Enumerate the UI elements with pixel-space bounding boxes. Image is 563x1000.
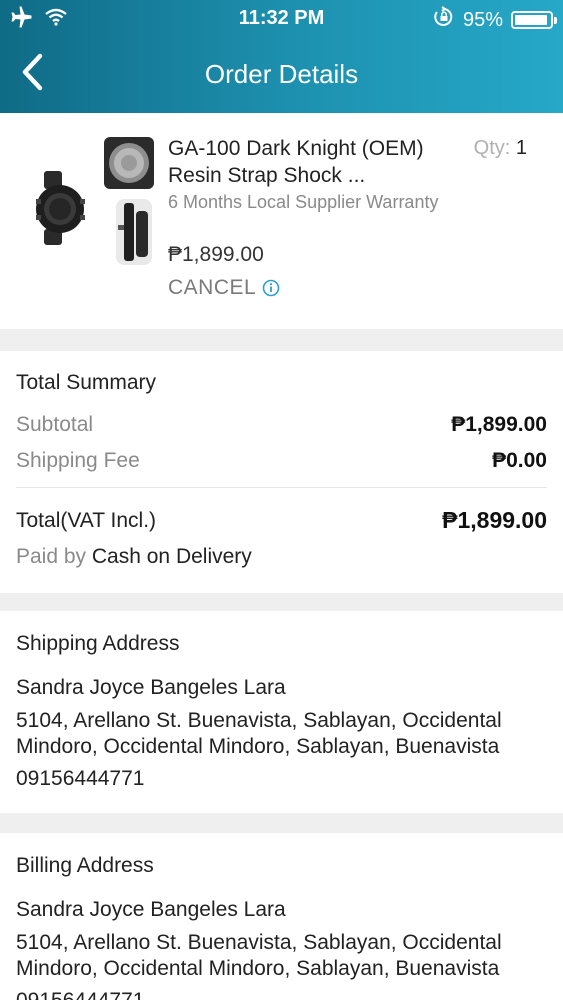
shipping-name: Sandra Joyce Bangeles Lara <box>16 676 286 699</box>
section-divider <box>0 593 563 611</box>
product-price: ₱1,899.00 <box>168 243 264 266</box>
section-divider <box>0 329 563 351</box>
shipping-phone: 09156444771 <box>16 767 145 790</box>
app-header: 11:32 PM 95% Order Details <box>0 0 563 113</box>
battery-percent: 95% <box>462 8 503 31</box>
rotation-lock-icon <box>433 6 455 34</box>
qty-label: Qty: <box>473 137 511 159</box>
quantity: Qty: 1 <box>474 137 527 160</box>
warranty-text: 6 Months Local Supplier Warranty <box>168 192 439 212</box>
status-bar: 11:32 PM 95% <box>0 0 563 36</box>
section-divider <box>0 813 563 833</box>
payment-method: Paid by Cash on Delivery <box>16 545 252 569</box>
paid-by-value: Cash on Delivery <box>91 545 252 568</box>
summary-title: Total Summary <box>16 371 157 394</box>
order-item[interactable]: GA-100 Dark Knight (OEM) Resin Strap Sho… <box>0 113 563 329</box>
billing-address: Billing Address Sandra Joyce Bangeles La… <box>0 833 563 1000</box>
summary-separator <box>16 487 547 488</box>
cancel-label: CANCEL <box>168 276 257 299</box>
billing-name: Sandra Joyce Bangeles Lara <box>16 898 286 921</box>
qty-value: 1 <box>515 137 527 159</box>
battery-fill <box>515 15 547 25</box>
shipping-address-title: Shipping Address <box>16 632 180 655</box>
billing-address-text: 5104, Arellano St. Buenavista, Sablayan,… <box>16 931 502 980</box>
shipping-address: Shipping Address Sandra Joyce Bangeles L… <box>0 611 563 813</box>
shipping-fee-label: Shipping Fee <box>16 449 140 472</box>
total-value: ₱1,899.00 <box>442 507 547 533</box>
info-icon[interactable] <box>262 279 280 297</box>
product-name[interactable]: GA-100 Dark Knight (OEM) Resin Strap Sho… <box>168 135 458 189</box>
cancel-button[interactable]: CANCEL <box>168 276 280 300</box>
total-label: Total(VAT Incl.) <box>16 509 157 532</box>
subtotal-label: Subtotal <box>16 413 94 436</box>
total-summary: Total Summary Subtotal ₱1,899.00 Shippin… <box>0 351 563 593</box>
billing-address-title: Billing Address <box>16 854 154 877</box>
shipping-fee-value: ₱0.00 <box>492 449 547 472</box>
product-thumbnail <box>32 133 162 271</box>
status-right: 95% <box>433 6 557 34</box>
paid-by-label: Paid by <box>16 545 87 568</box>
page-title: Order Details <box>204 59 359 89</box>
subtotal-value: ₱1,899.00 <box>451 413 547 436</box>
shipping-address-text: 5104, Arellano St. Buenavista, Sablayan,… <box>16 709 502 758</box>
billing-phone: 09156444771 <box>16 989 144 1000</box>
battery-icon <box>511 11 557 29</box>
